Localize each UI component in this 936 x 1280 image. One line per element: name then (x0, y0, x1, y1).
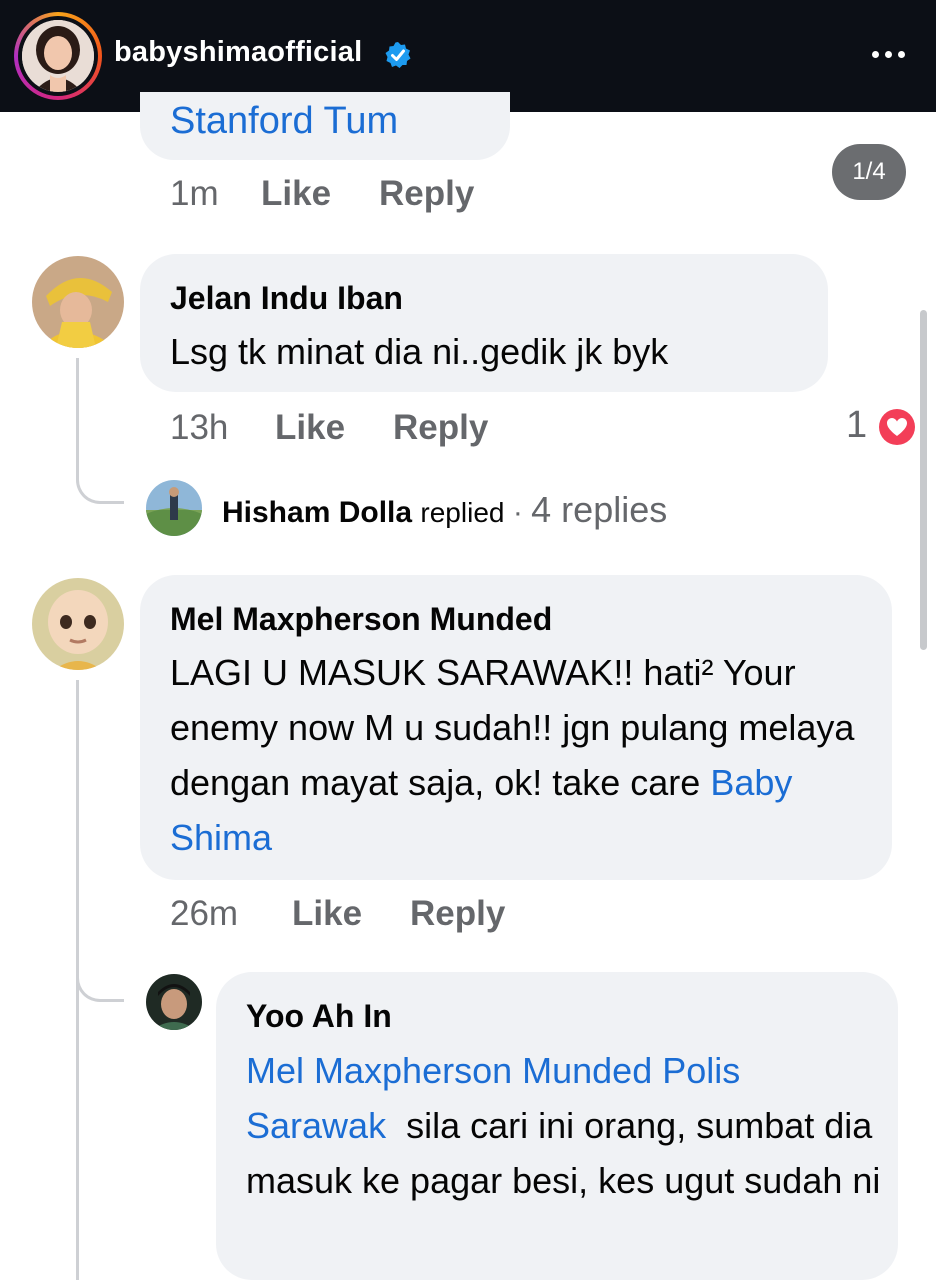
reaction-count[interactable]: 1 (846, 404, 867, 447)
avatar-image (32, 578, 124, 670)
thread-connector (76, 958, 124, 1002)
thread-line (76, 680, 79, 1000)
separator: · (512, 496, 523, 529)
avatar-image (146, 480, 202, 536)
avatar-image (32, 256, 124, 348)
reply-button[interactable]: Reply (393, 408, 488, 448)
thread-connector (76, 460, 124, 504)
like-button[interactable]: Like (292, 894, 362, 934)
replied-label: replied (420, 497, 505, 528)
comment-time: 13h (170, 408, 229, 447)
reply-count: 4 replies (531, 489, 668, 530)
comment-text: Lsg tk minat dia ni..gedik jk byk (170, 331, 669, 372)
thread-line (76, 358, 79, 468)
header-overlap-guard (0, 0, 936, 112)
love-heart-icon[interactable] (876, 406, 918, 448)
comment-time: 1m (170, 174, 219, 213)
comment-author[interactable]: Mel Maxpherson Munded (170, 601, 552, 638)
reply-button[interactable]: Reply (379, 174, 474, 214)
like-button[interactable]: Like (261, 174, 331, 214)
view-replies-link[interactable]: Hisham Dolla replied · 4 replies (222, 489, 667, 531)
scrollbar[interactable] (920, 310, 927, 650)
love-reaction-icon (879, 409, 915, 445)
comment-text: LAGI U MASUK SARAWAK!! hati² Your enemy … (170, 645, 878, 865)
avatar-image (146, 974, 202, 1030)
image-pager-badge: 1/4 (832, 144, 906, 200)
avatar[interactable] (32, 578, 124, 670)
avatar[interactable] (146, 480, 202, 536)
reply-button[interactable]: Reply (410, 894, 505, 934)
comment-time: 26m (170, 894, 239, 933)
reply-author[interactable]: Yoo Ah In (246, 998, 392, 1035)
reply-text: Mel Maxpherson Munded Polis Sarawak sila… (246, 1043, 886, 1208)
comment-author[interactable]: Jelan Indu Iban (170, 280, 403, 317)
avatar[interactable] (146, 974, 202, 1030)
thread-line (76, 1000, 79, 1280)
replier-name: Hisham Dolla (222, 496, 413, 529)
like-button[interactable]: Like (275, 408, 345, 448)
avatar[interactable] (32, 256, 124, 348)
